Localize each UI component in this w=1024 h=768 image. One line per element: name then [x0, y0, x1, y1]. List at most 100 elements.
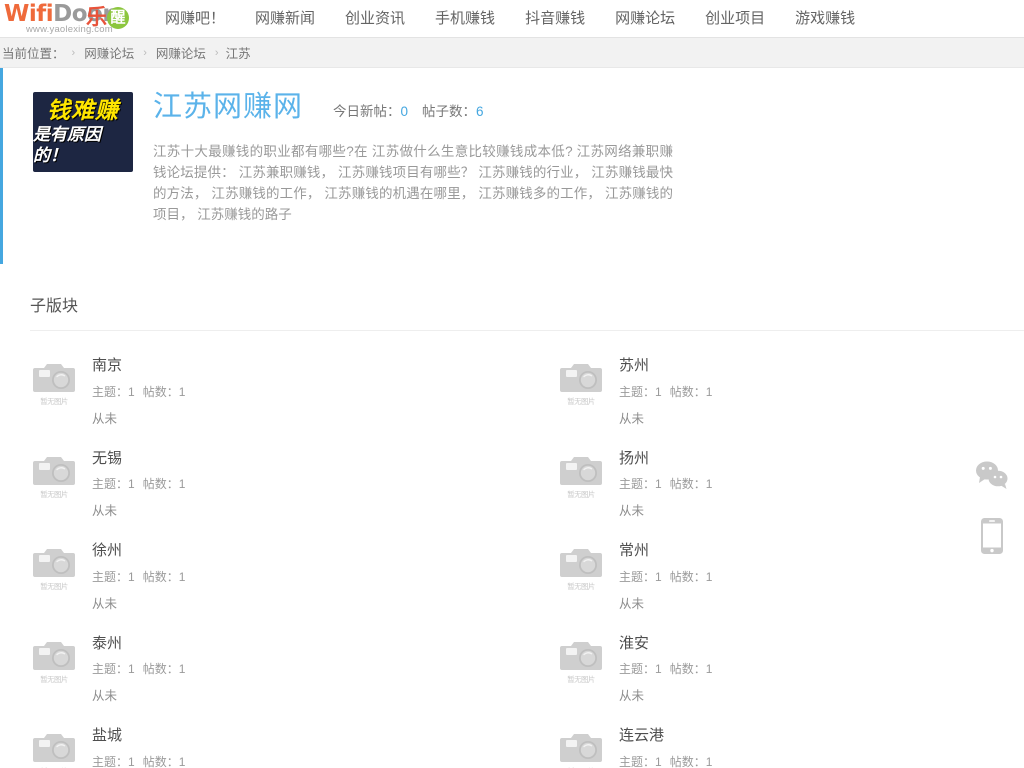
subforum-list: 暂无图片 南京 主题：1 帖数：1 从未 暂无图片 苏州 主题：1 帖数：1 从未 暂无图片 无锡… — [30, 331, 1024, 768]
mobile-phone-icon[interactable] — [980, 517, 1004, 560]
subforums-section: 子版块 暂无图片 南京 主题：1 帖数：1 从未 暂无图片 苏州 主题：1 帖数：1 从未 暂无… — [0, 286, 1024, 768]
posts-value: 1 — [178, 754, 186, 768]
topics-label: 主题： — [92, 754, 129, 768]
subforum-last-post: 从未 — [92, 504, 118, 519]
topics-label: 主题： — [619, 754, 656, 768]
posts-label: 帖数： — [142, 384, 179, 399]
subforum-counts: 主题：1 帖数：1 — [92, 753, 185, 768]
subforum-thumbnail[interactable]: 暂无图片 — [30, 730, 78, 768]
subforum-thumbnail[interactable]: 暂无图片 — [557, 545, 605, 592]
subforum-item[interactable]: 暂无图片 扬州 主题：1 帖数：1 从未 — [527, 438, 1024, 531]
posts-label: 帖数： — [142, 477, 179, 492]
total-posts-label: 帖子数： — [422, 104, 477, 119]
subforum-link[interactable]: 苏州 — [619, 356, 712, 376]
topics-label: 主题： — [92, 477, 129, 492]
topics-value: 1 — [128, 662, 135, 677]
subforum-link[interactable]: 南京 — [92, 356, 185, 376]
breadcrumb-item-1[interactable]: 网赚论坛 — [82, 43, 136, 62]
subforum-last-post: 从未 — [92, 596, 118, 611]
posts-label: 帖数： — [142, 754, 179, 768]
subforum-counts: 主题：1 帖数：1 — [619, 568, 712, 585]
subforum-link[interactable]: 扬州 — [619, 449, 712, 469]
today-posts-label: 今日新帖： — [333, 104, 401, 119]
posts-label: 帖数： — [669, 384, 706, 399]
subforum-link[interactable]: 连云港 — [619, 726, 712, 746]
subforum-thumbnail[interactable]: 暂无图片 — [557, 638, 605, 685]
subforum-thumbnail[interactable]: 暂无图片 — [30, 453, 78, 500]
today-posts-value: 0 — [400, 104, 409, 119]
main-navigation: 网赚吧！ 网赚新闻 创业资讯 手机赚钱 抖音赚钱 网赚论坛 创业项目 游戏赚钱 — [150, 0, 870, 38]
nav-item-douyinzhuanqian[interactable]: 抖音赚钱 — [510, 0, 600, 38]
topics-value: 1 — [128, 477, 135, 492]
thumbnail-placeholder-caption: 暂无图片 — [567, 675, 595, 684]
breadcrumb-current: 江苏 — [225, 47, 251, 61]
topics-label: 主题： — [92, 384, 129, 399]
thumbnail-placeholder-caption: 暂无图片 — [567, 397, 595, 406]
posts-value: 1 — [178, 477, 186, 492]
nav-item-shoujizhuanqian[interactable]: 手机赚钱 — [420, 0, 510, 38]
topics-label: 主题： — [619, 662, 656, 677]
posts-label: 帖数： — [669, 477, 706, 492]
forum-avatar-line2: 是有原因的！ — [33, 125, 101, 165]
nav-item-chuangyezixun[interactable]: 创业资讯 — [330, 0, 420, 38]
posts-label: 帖数： — [142, 569, 179, 584]
subforum-item[interactable]: 暂无图片 常州 主题：1 帖数：1 从未 — [527, 530, 1024, 623]
thumbnail-placeholder-caption: 暂无图片 — [40, 397, 68, 406]
subforum-link[interactable]: 盐城 — [92, 726, 185, 746]
subforum-link[interactable]: 泰州 — [92, 634, 185, 654]
subforum-item[interactable]: 暂无图片 徐州主题：1 帖数：1 从未 — [30, 530, 527, 623]
subforum-link[interactable]: 无锡 — [92, 449, 185, 469]
posts-label: 帖数： — [669, 662, 706, 677]
total-posts-value: 6 — [476, 104, 484, 119]
breadcrumb-label: 当前位置： — [2, 47, 65, 61]
subforum-thumbnail[interactable]: 暂无图片 — [557, 453, 605, 500]
posts-value: 1 — [705, 569, 713, 584]
subforum-counts: 主题：1 帖数：1 — [92, 568, 185, 585]
thumbnail-placeholder-caption: 暂无图片 — [567, 582, 595, 591]
topics-value: 1 — [655, 477, 662, 492]
subforum-link[interactable]: 常州 — [619, 541, 712, 561]
nav-item-wangzhuanba[interactable]: 网赚吧！ — [150, 0, 240, 38]
subforum-last-post: 从未 — [92, 689, 118, 704]
subforum-item[interactable]: 暂无图片 泰州 主题：1 帖数：1 从未 — [30, 623, 527, 716]
nav-item-chuangyexiangmu[interactable]: 创业项目 — [690, 0, 780, 38]
subforum-thumbnail[interactable]: 暂无图片 — [557, 360, 605, 407]
posts-value: 1 — [705, 384, 713, 399]
topics-value: 1 — [655, 662, 662, 677]
posts-value: 1 — [705, 754, 713, 768]
subforum-item[interactable]: 暂无图片 淮安 主题：1 帖数：1 从未 — [527, 623, 1024, 716]
topics-label: 主题： — [619, 477, 656, 492]
subforum-thumbnail[interactable]: 暂无图片 — [30, 545, 78, 592]
site-header: WifiDoor 乐醒 www.yaolexing.com 网赚吧！ 网赚新闻 … — [0, 0, 1024, 38]
posts-label: 帖数： — [142, 662, 179, 677]
subforum-last-post: 从未 — [619, 689, 645, 704]
subforum-counts: 主题：1 帖数：1 — [619, 753, 712, 768]
forum-avatar[interactable]: 钱难赚 是有原因的！ — [33, 92, 133, 172]
subforum-thumbnail[interactable]: 暂无图片 — [30, 638, 78, 685]
wechat-icon[interactable] — [975, 460, 1009, 495]
topics-label: 主题： — [92, 662, 129, 677]
forum-stats: 今日新帖：0 帖子数：6 — [333, 100, 484, 120]
subforum-item[interactable]: 暂无图片 南京 主题：1 帖数：1 从未 — [30, 345, 527, 438]
posts-label: 帖数： — [669, 754, 706, 768]
site-logo[interactable]: WifiDoor 乐醒 www.yaolexing.com — [0, 0, 138, 38]
subforum-counts: 主题：1 帖数：1 — [619, 660, 712, 677]
subforum-item[interactable]: 暂无图片 苏州 主题：1 帖数：1 从未 — [527, 345, 1024, 438]
nav-item-wangzhuanxinwen[interactable]: 网赚新闻 — [240, 0, 330, 38]
subforum-link[interactable]: 徐州 — [92, 541, 185, 561]
topics-value: 1 — [655, 754, 662, 768]
subforum-counts: 主题：1 帖数：1 — [92, 383, 185, 400]
subforum-counts: 主题：1 帖数：1 — [619, 383, 712, 400]
breadcrumb-item-2[interactable]: 网赚论坛 — [154, 43, 208, 62]
subforum-thumbnail[interactable]: 暂无图片 — [30, 360, 78, 407]
subforum-counts: 主题：1 帖数：1 — [619, 475, 712, 492]
topics-value: 1 — [128, 384, 135, 399]
nav-item-youxizhuanqian[interactable]: 游戏赚钱 — [780, 0, 870, 38]
subforum-item[interactable]: 暂无图片连云港主题：1帖数：1从未 — [527, 715, 1024, 768]
nav-item-wangzhuanluntan[interactable]: 网赚论坛 — [600, 0, 690, 38]
subforum-thumbnail[interactable]: 暂无图片 — [557, 730, 605, 768]
subforum-link[interactable]: 淮安 — [619, 634, 712, 654]
subforum-item[interactable]: 暂无图片 无锡 主题：1 帖数：1 从未 — [30, 438, 527, 531]
breadcrumb: 当前位置： › 网赚论坛 › 网赚论坛 › 江苏 — [0, 38, 1024, 68]
subforum-item[interactable]: 暂无图片盐城主题：1帖数：1从未 — [30, 715, 527, 768]
